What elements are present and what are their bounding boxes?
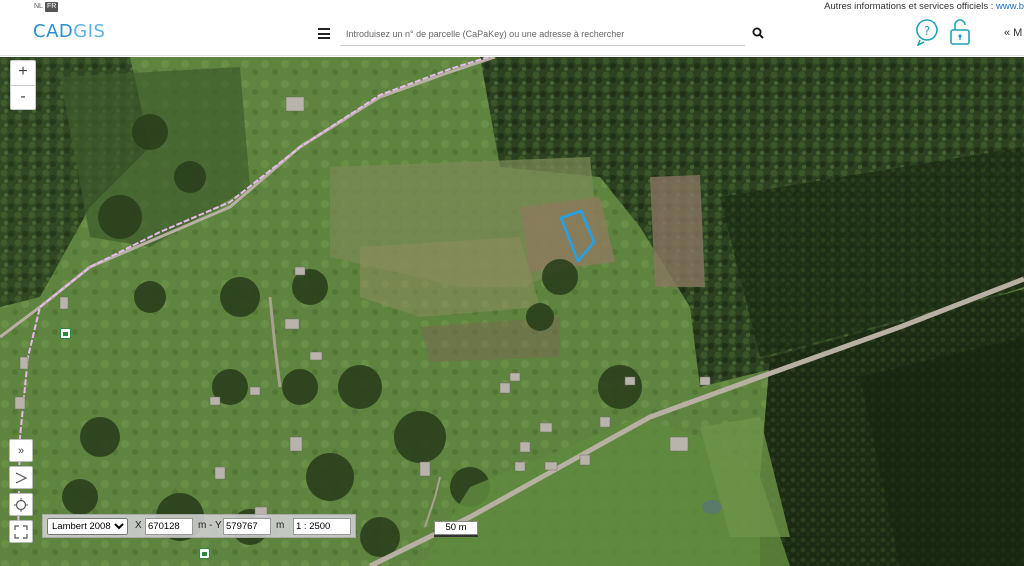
y-coordinate-input[interactable] [223,518,271,535]
poi-marker[interactable] [199,548,210,559]
projection-select[interactable]: Lambert 2008 [47,518,128,535]
locate-tool-button[interactable] [9,493,33,516]
language-fr-link[interactable]: FR [45,2,59,12]
scale-input[interactable] [293,518,351,535]
logo-part-gis: GIS [73,21,106,42]
zoom-out-button[interactable]: - [11,85,35,109]
y-label: m - Y [198,520,222,531]
app-header: CADGIS ? « M [0,14,1024,56]
cadgis-logo[interactable]: CADGIS [33,21,105,42]
official-services-text: Autres informations et services officiel… [824,1,1024,12]
expand-tool-button[interactable]: » [9,439,33,462]
fullscreen-tool-button[interactable] [9,520,33,543]
search-icon[interactable] [752,27,764,39]
parcel-address-search-input[interactable] [340,22,745,46]
zoom-control: + - [10,60,36,110]
top-official-bar: NL FR Autres informations et services of… [0,0,1024,14]
scale-bar: 50 m [434,521,478,537]
unlock-icon[interactable] [948,18,972,46]
logo-part-cad: CAD [33,21,74,42]
official-services-label: Autres informations et services officiel… [824,1,997,12]
measure-icon [15,471,28,484]
language-nl-link[interactable]: NL [34,2,43,12]
svg-text:?: ? [924,24,930,38]
help-bulb-icon[interactable]: ? [914,18,940,46]
x-label: X [135,520,142,531]
hamburger-menu-icon[interactable] [318,28,330,39]
poi-marker[interactable] [60,328,71,339]
measure-tool-button[interactable] [9,466,33,489]
coordinate-bar: Lambert 2008 X m - Y m [42,514,356,538]
fullscreen-icon [14,524,28,539]
official-services-link[interactable]: www.b [996,1,1024,12]
zoom-in-button[interactable]: + [11,61,35,85]
collapse-panel-button[interactable]: « M [1004,27,1022,39]
aerial-map-view[interactable]: + - » 50 m [0,57,1024,566]
locate-icon [14,497,28,512]
unit-label: m [276,520,285,531]
aerial-imagery [0,57,1024,566]
x-coordinate-input[interactable] [145,518,193,535]
